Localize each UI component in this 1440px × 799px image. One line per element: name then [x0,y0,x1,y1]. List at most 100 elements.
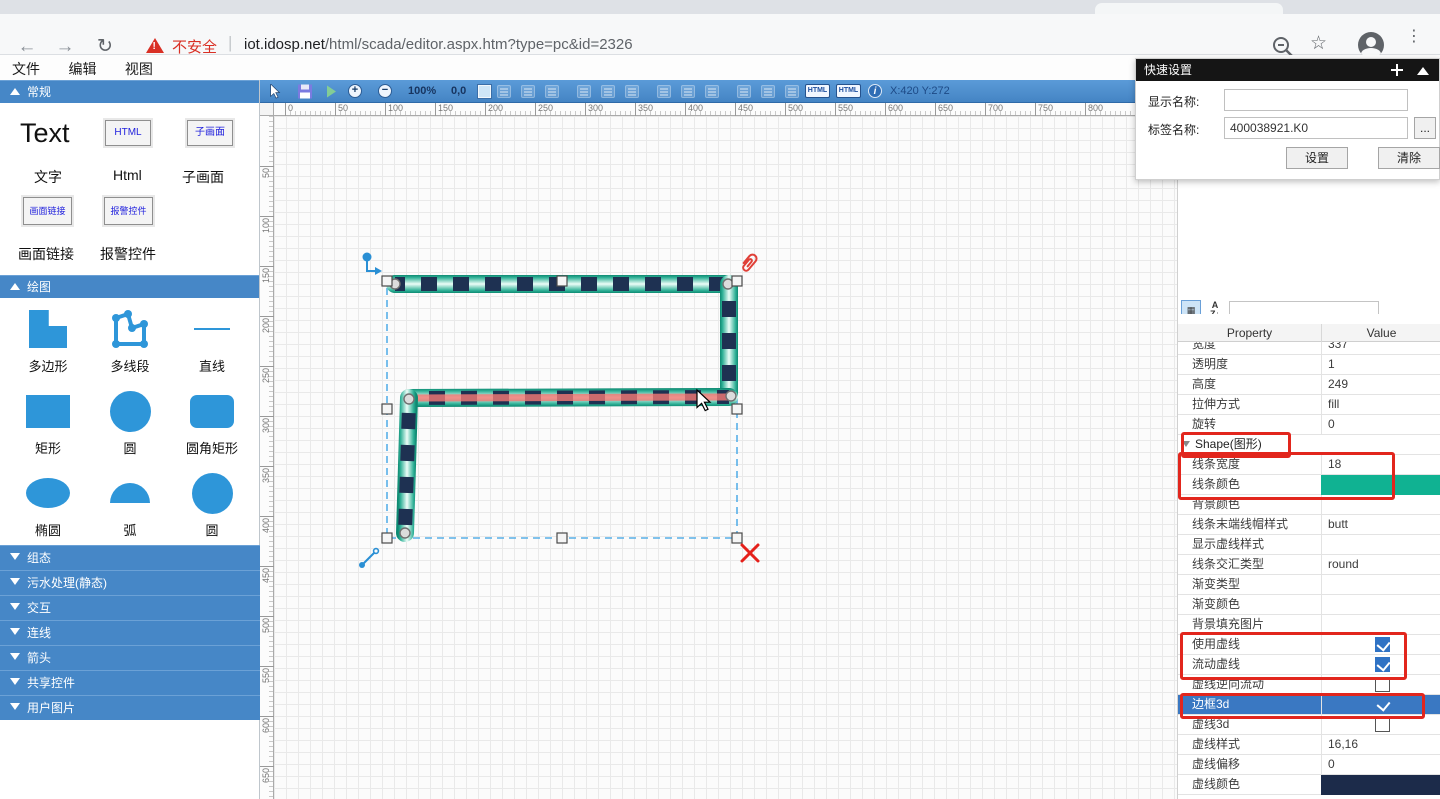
draw-tool-rrect[interactable]: 圆角矩形 [171,388,253,470]
zoom-in-icon[interactable]: + [348,84,362,98]
draw-tool-line[interactable]: 直线 [171,306,253,388]
value-column-header[interactable]: Value [1321,324,1440,342]
property-value[interactable] [1321,615,1440,635]
browser-tab[interactable] [1095,3,1283,14]
zoom-out-icon[interactable]: − [378,84,392,98]
clear-button[interactable]: 清除 [1378,147,1440,169]
save-icon[interactable] [298,84,312,99]
property-row-21[interactable]: 虚线偏移0 [1178,755,1440,775]
section-header-draw[interactable]: 绘图 [0,275,259,298]
section-header-2[interactable]: 交互 [0,595,260,620]
property-column-header[interactable]: Property [1178,324,1321,342]
browser-menu-icon[interactable]: ⋮ [1406,33,1416,41]
property-value[interactable] [1321,535,1440,555]
menu-edit[interactable]: 编辑 [56,55,108,79]
category-collapse-icon[interactable] [1182,441,1190,447]
menu-view[interactable]: 视图 [113,55,165,79]
quick-settings-title[interactable]: 快速设置 [1136,59,1439,81]
color-swatch[interactable] [1321,475,1440,495]
design-canvas[interactable]: + − 100% 0,0 HTML HTML i X:420 Y:272 050… [260,80,1177,799]
tag-name-input[interactable]: 400038921.K0 [1224,117,1408,139]
property-row-13[interactable]: 渐变颜色 [1178,595,1440,615]
property-row-9[interactable]: 线条末端线帽样式butt [1178,515,1440,535]
draw-tool-circle[interactable]: 圆 [171,470,253,552]
info-icon[interactable]: i [868,84,882,98]
draw-tool-polyline[interactable]: 多线段 [89,306,171,388]
property-row-7[interactable]: 线条颜色 [1178,475,1440,495]
property-row-18[interactable]: 边框3d [1178,695,1440,715]
property-row-4[interactable]: 旋转0 [1178,415,1440,435]
section-header-1[interactable]: 污水处理(静态) [0,570,260,595]
collapse-up-icon[interactable] [1417,67,1429,75]
property-row-22[interactable]: 虚线颜色 [1178,775,1440,795]
property-row-6[interactable]: 线条宽度18 [1178,455,1440,475]
property-row-8[interactable]: 背景颜色 [1178,495,1440,515]
canvas-settings-icon[interactable] [478,85,491,98]
property-row-3[interactable]: 拉伸方式fill [1178,395,1440,415]
menu-file[interactable]: 文件 [0,55,52,79]
property-row-16[interactable]: 流动虚线 [1178,655,1440,675]
section-header-0[interactable]: 组态 [0,545,260,570]
section-header-5[interactable]: 共享控件 [0,670,260,695]
ruler-label: 200 [261,318,272,333]
display-name-input[interactable] [1224,89,1408,111]
tool-html-button[interactable]: HTML [105,120,151,146]
html-export-icon-2[interactable]: HTML [836,84,861,98]
address-bar[interactable]: iot.idosp.net/html/scada/editor.aspx.htm… [244,36,633,53]
canvas-grid[interactable] [274,116,1177,799]
property-row-14[interactable]: 背景填充图片 [1178,615,1440,635]
property-row-20[interactable]: 虚线样式16,16 [1178,735,1440,755]
color-swatch[interactable] [1321,775,1440,795]
property-value[interactable]: 18 [1321,455,1440,475]
tool-text[interactable]: Text [20,118,70,149]
draw-tool-rect[interactable]: 矩形 [7,388,89,470]
property-row-10[interactable]: 显示虚线样式 [1178,535,1440,555]
property-row-11[interactable]: 线条交汇类型round [1178,555,1440,575]
draw-tool-circle[interactable]: 圆 [89,388,171,470]
property-row-19[interactable]: 虚线3d [1178,715,1440,735]
property-checkbox[interactable] [1375,637,1390,652]
tool-screenlink-button[interactable]: 画面链接 [23,197,72,225]
property-row-12[interactable]: 渐变类型 [1178,575,1440,595]
section-header-3[interactable]: 连线 [0,620,260,645]
property-value[interactable]: butt [1321,515,1440,535]
property-value[interactable] [1321,595,1440,615]
draw-tool-ellipse[interactable]: 椭圆 [7,470,89,552]
set-button[interactable]: 设置 [1286,147,1348,169]
property-row-category[interactable]: Shape(图形) [1178,435,1440,455]
property-value[interactable]: round [1321,555,1440,575]
tool-alarm-button[interactable]: 报警控件 [104,197,153,225]
property-row-2[interactable]: 高度249 [1178,375,1440,395]
property-row-15[interactable]: 使用虚线 [1178,635,1440,655]
property-row-1[interactable]: 透明度1 [1178,355,1440,375]
property-value[interactable]: 16,16 [1321,735,1440,755]
draw-tool-arc[interactable]: 弧 [89,470,171,552]
property-value[interactable]: fill [1321,395,1440,415]
property-value[interactable] [1321,575,1440,595]
property-checkbox[interactable] [1375,717,1390,732]
property-checkbox[interactable] [1375,697,1390,712]
security-warning-icon[interactable] [146,38,164,53]
pointer-tool-icon[interactable] [269,84,282,99]
section-header-4[interactable]: 箭头 [0,645,260,670]
tool-subscreen-button[interactable]: 子画面 [187,120,233,146]
restore-icon[interactable] [1391,64,1403,76]
property-value[interactable]: 0 [1321,755,1440,775]
property-row-17[interactable]: 虚线逆向流动 [1178,675,1440,695]
bookmark-star-icon[interactable]: ☆ [1310,32,1327,55]
run-icon[interactable] [326,84,337,99]
browse-tag-button[interactable]: ... [1414,117,1436,139]
security-warning-text[interactable]: 不安全 [172,36,217,57]
property-value[interactable]: 249 [1321,375,1440,395]
property-checkbox[interactable] [1375,657,1390,672]
property-label: 透明度 [1178,355,1321,375]
align-icon-disabled [657,85,671,98]
section-header-general[interactable]: 常规 [0,80,259,103]
draw-tool-polygon[interactable]: 多边形 [7,306,89,388]
property-value[interactable]: 0 [1321,415,1440,435]
property-value[interactable] [1321,495,1440,515]
property-checkbox[interactable] [1375,677,1390,692]
property-value[interactable]: 1 [1321,355,1440,375]
section-header-6[interactable]: 用户图片 [0,695,260,720]
html-export-icon[interactable]: HTML [805,84,830,98]
